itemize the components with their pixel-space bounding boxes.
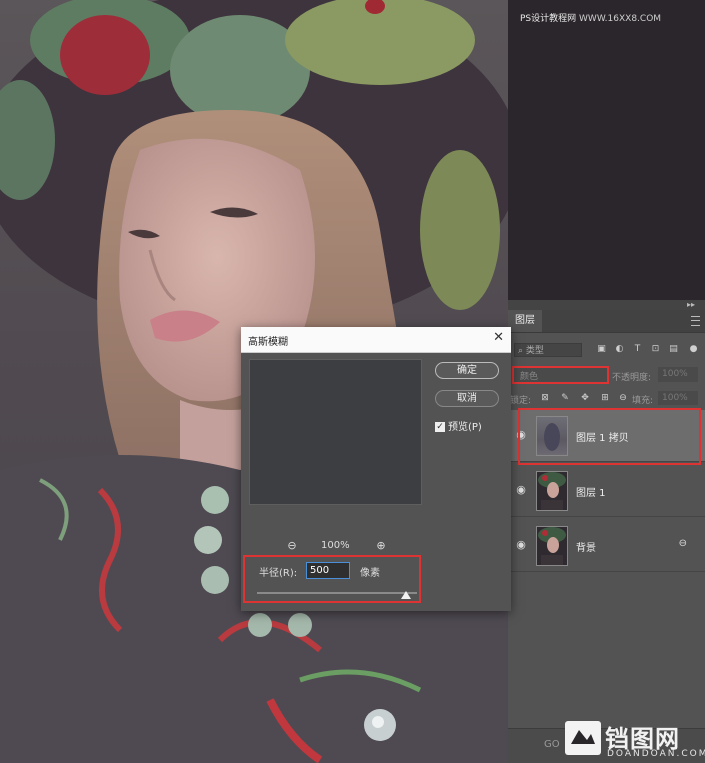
layer-name: 图层 1 [576,488,606,499]
checkmark-icon[interactable]: ✓ [435,422,445,432]
preview-label: 预览(P) [448,422,482,433]
zoom-out-icon[interactable]: ⊖ [285,539,299,552]
layers-panel: ▸▸ 图层 ⌕ 类型 ▣ ◐ T ⊡ ▤ ● 颜色 不透明度: 100% 锁定:… [508,300,705,763]
lock-label: 锁定: [510,396,532,406]
logo-text-en: DOANDOAN.COM [607,749,705,759]
watermark-site-name: PS设计教程网 [520,14,577,24]
zoom-in-icon[interactable]: ⊕ [374,539,388,552]
lock-all-icon[interactable]: ⊖ [618,393,628,403]
layer-name: 图层 1 拷贝 [576,433,629,444]
fill-label: 填充: [632,396,654,406]
tab-layers[interactable]: 图层 [508,310,542,332]
layer-row[interactable]: ◉ 背景 ⊖ [508,520,705,572]
filter-smart-object-icon[interactable]: ▤ [668,344,679,355]
site-logo: 铛图网 DOANDOAN.COM [565,717,705,763]
dialog-title: 高斯模糊 [248,337,288,348]
filter-adjustment-icon[interactable]: ◐ [614,344,625,355]
filter-type-icon[interactable]: T [632,344,643,355]
ok-button[interactable]: 确定 [435,362,499,379]
radius-label: 半径(R): [259,568,298,579]
blur-preview[interactable] [249,359,422,505]
lock-transparency-icon[interactable]: ⊠ [540,393,550,403]
layer-thumbnail [536,416,568,456]
blend-mode-select[interactable]: 颜色 [512,366,609,384]
layer-lock-icon[interactable]: ⊖ [679,538,687,549]
layer-name: 背景 [576,543,596,554]
blend-opacity-row: 颜色 不透明度: 100% [508,364,705,388]
layer-row[interactable]: ◉ 图层 1 拷贝 [508,410,705,462]
filter-shape-icon[interactable]: ⊡ [650,344,661,355]
close-icon[interactable]: ✕ [493,330,504,345]
radius-slider-track[interactable] [257,592,417,594]
preview-checkbox-row[interactable]: ✓ 预览(P) [435,418,482,433]
watermark-url: WWW.16XX8.COM [579,14,662,24]
filter-pixel-icon[interactable]: ▣ [596,344,607,355]
dialog-titlebar[interactable]: 高斯模糊 ✕ [241,327,511,353]
portrait-thumb [538,527,566,565]
opacity-label: 不透明度: [612,373,652,383]
blurred-figure-thumb [544,423,560,451]
logo-mark [565,721,601,755]
visibility-eye-icon[interactable]: ◉ [514,483,528,497]
visibility-eye-icon[interactable]: ◉ [514,538,528,552]
opacity-field[interactable]: 100% [658,367,698,382]
link-layers-button[interactable]: GO [544,739,560,750]
layer-thumbnail [536,526,568,566]
filter-toggle-icon[interactable]: ● [688,344,699,355]
panel-tab-row: 图层 [508,310,705,333]
filter-kind-select[interactable]: ⌕ 类型 [514,343,582,357]
site-watermark: PS设计教程网 WWW.16XX8.COM [520,11,661,24]
layer-filter-row: ⌕ 类型 ▣ ◐ T ⊡ ▤ ● [508,340,705,360]
radius-unit: 像素 [360,568,380,579]
lock-fill-row: 锁定: ⊠ ✎ ✥ ⊞ ⊖ 填充: 100% [508,391,705,407]
zoom-level: 100% [321,540,350,551]
fill-field[interactable]: 100% [658,391,698,405]
lock-position-icon[interactable]: ✥ [580,393,590,403]
filter-kind-value: 类型 [525,346,544,356]
workspace-background [508,0,705,300]
collapse-panel-icon[interactable]: ▸▸ [687,300,695,310]
radius-input[interactable]: 500 [306,562,350,579]
visibility-eye-icon[interactable]: ◉ [514,428,528,442]
portrait-thumb [538,472,566,510]
cancel-button[interactable]: 取消 [435,390,499,407]
layer-thumbnail [536,471,568,511]
lock-image-icon[interactable]: ✎ [560,393,570,403]
layer-row[interactable]: ◉ 图层 1 [508,465,705,517]
lock-artboard-icon[interactable]: ⊞ [600,393,610,403]
search-icon: ⌕ [518,346,524,356]
gaussian-blur-dialog: 高斯模糊 ✕ ⊖ 100% ⊕ 确定 取消 ✓ 预览(P) 半径(R): 500 … [241,327,511,611]
panel-menu-icon[interactable] [691,316,700,326]
panel-collapse-bar: ▸▸ [508,300,705,310]
radius-slider-thumb[interactable] [400,591,411,599]
logo-emblem [571,730,595,744]
